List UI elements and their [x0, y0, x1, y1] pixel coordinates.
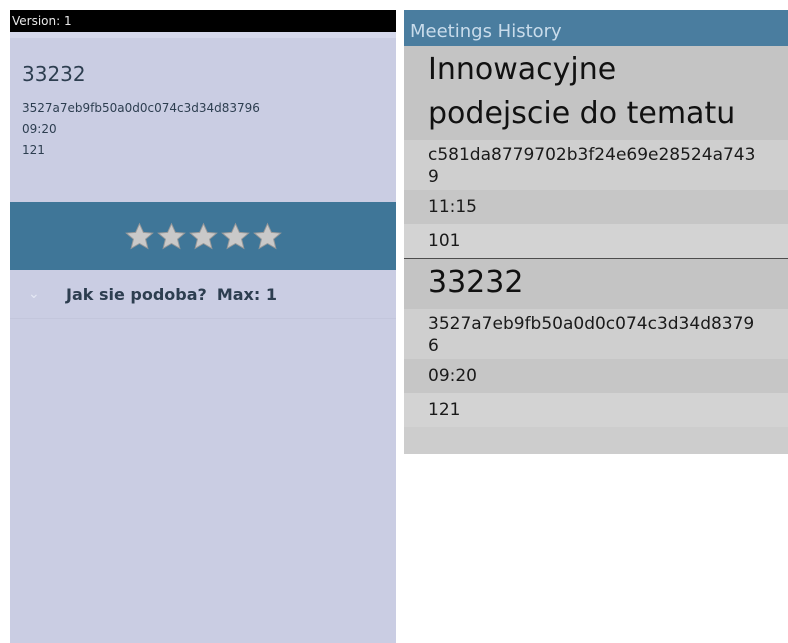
entry-count: 101: [404, 224, 788, 258]
chevron-down-icon[interactable]: ⌄: [28, 286, 42, 302]
question-max: Max: 1: [216, 284, 277, 304]
star-icon[interactable]: [252, 222, 282, 251]
entry-hash: 3527a7eb9fb50a0d0c074c3d34d83796: [404, 309, 788, 359]
history-entry[interactable]: Innowacyjne podejscie do tematu c581da87…: [404, 46, 788, 258]
meeting-info: 33232 3527a7eb9fb50a0d0c074c3d34d83796 0…: [10, 38, 396, 202]
star-icon[interactable]: [220, 222, 250, 251]
star-icon[interactable]: [156, 222, 186, 251]
version-label: Version: 1: [10, 10, 396, 32]
star-icon[interactable]: [188, 222, 218, 251]
entry-time: 11:15: [404, 190, 788, 224]
meeting-count: 121: [22, 143, 45, 157]
rating-bar: [10, 202, 396, 270]
meeting-hash: 3527a7eb9fb50a0d0c074c3d34d83796: [22, 101, 260, 115]
history-header: Meetings History: [404, 10, 788, 46]
meeting-title: 33232: [22, 62, 86, 86]
entry-title: Innowacyjne podejscie do tematu: [404, 46, 788, 140]
entry-count: 121: [404, 393, 788, 427]
meeting-detail-panel: Version: 1 33232 3527a7eb9fb50a0d0c074c3…: [10, 10, 396, 643]
question-row[interactable]: ⌄ Jak sie podoba? Max: 1: [10, 270, 396, 319]
history-entry[interactable]: 33232 3527a7eb9fb50a0d0c074c3d34d83796 0…: [404, 259, 788, 427]
entry-title: 33232: [404, 259, 788, 309]
entry-time: 09:20: [404, 359, 788, 393]
meetings-history-panel: Meetings History Innowacyjne podejscie d…: [404, 10, 788, 454]
question-text: Jak sie podoba?: [66, 284, 207, 304]
meeting-time: 09:20: [22, 122, 57, 136]
star-icon[interactable]: [124, 222, 154, 251]
entry-hash: c581da8779702b3f24e69e28524a7439: [404, 140, 788, 190]
